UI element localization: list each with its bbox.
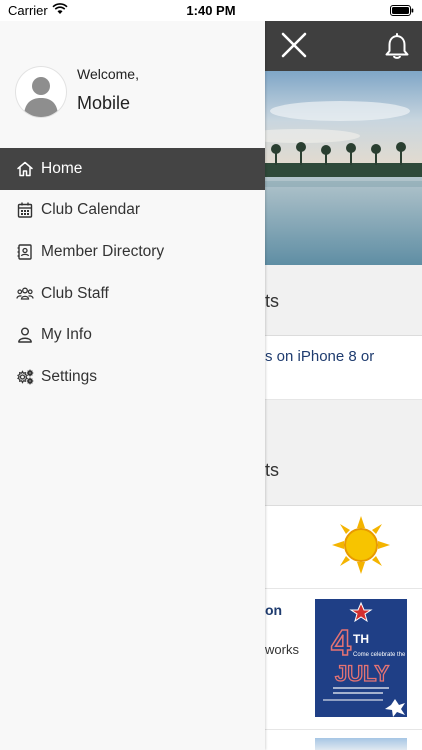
menu-item-club-calendar[interactable]: Club Calendar (0, 190, 265, 232)
section-title: ts (265, 460, 280, 480)
bell-icon[interactable] (384, 32, 410, 60)
staff-icon (16, 287, 34, 300)
menu-label: My Info (41, 326, 92, 344)
event-title: on (265, 602, 283, 618)
menu-label: Club Staff (41, 284, 109, 302)
user-name: Mobile (77, 93, 131, 113)
home-icon (17, 161, 33, 177)
section-title: ts (265, 291, 280, 311)
drawer-menu: Home Club Calendar Member Directory Club… (0, 148, 265, 398)
battery-icon (390, 5, 414, 16)
menu-label: Home (41, 159, 83, 177)
navigation-drawer: Welcome, Mobile Home Club Calendar Membe… (0, 21, 265, 750)
menu-label: Club Calendar (41, 201, 141, 219)
close-icon[interactable] (280, 31, 308, 59)
gear-icon (17, 368, 34, 385)
menu-item-my-info[interactable]: My Info (0, 314, 265, 356)
avatar[interactable] (16, 67, 66, 117)
poster-tagline: Come celebrate the (353, 652, 406, 658)
menu-item-settings[interactable]: Settings (0, 356, 265, 398)
poster-th: TH (353, 632, 369, 646)
person-icon (18, 327, 32, 343)
status-bar: Carrier 1:40 PM (0, 0, 422, 21)
news-link[interactable]: s on iPhone 8 or (265, 348, 374, 365)
poster-july: JULY (335, 661, 390, 686)
event-thumbnail (315, 738, 407, 750)
poster-number: 4 (331, 622, 351, 663)
menu-label: Member Directory (41, 242, 165, 260)
sun-icon (332, 516, 390, 574)
event-poster: 4 TH Come celebrate the JULY (315, 599, 407, 717)
user-avatar-icon (24, 77, 58, 117)
menu-item-home[interactable]: Home (0, 148, 265, 190)
event-text: works (265, 642, 299, 657)
calendar-icon (17, 202, 33, 219)
directory-icon (17, 244, 32, 260)
status-time: 1:40 PM (186, 3, 236, 18)
menu-item-member-directory[interactable]: Member Directory (0, 231, 265, 273)
welcome-text: Welcome, (77, 66, 139, 82)
menu-label: Settings (41, 367, 98, 385)
menu-item-club-staff[interactable]: Club Staff (0, 273, 265, 315)
